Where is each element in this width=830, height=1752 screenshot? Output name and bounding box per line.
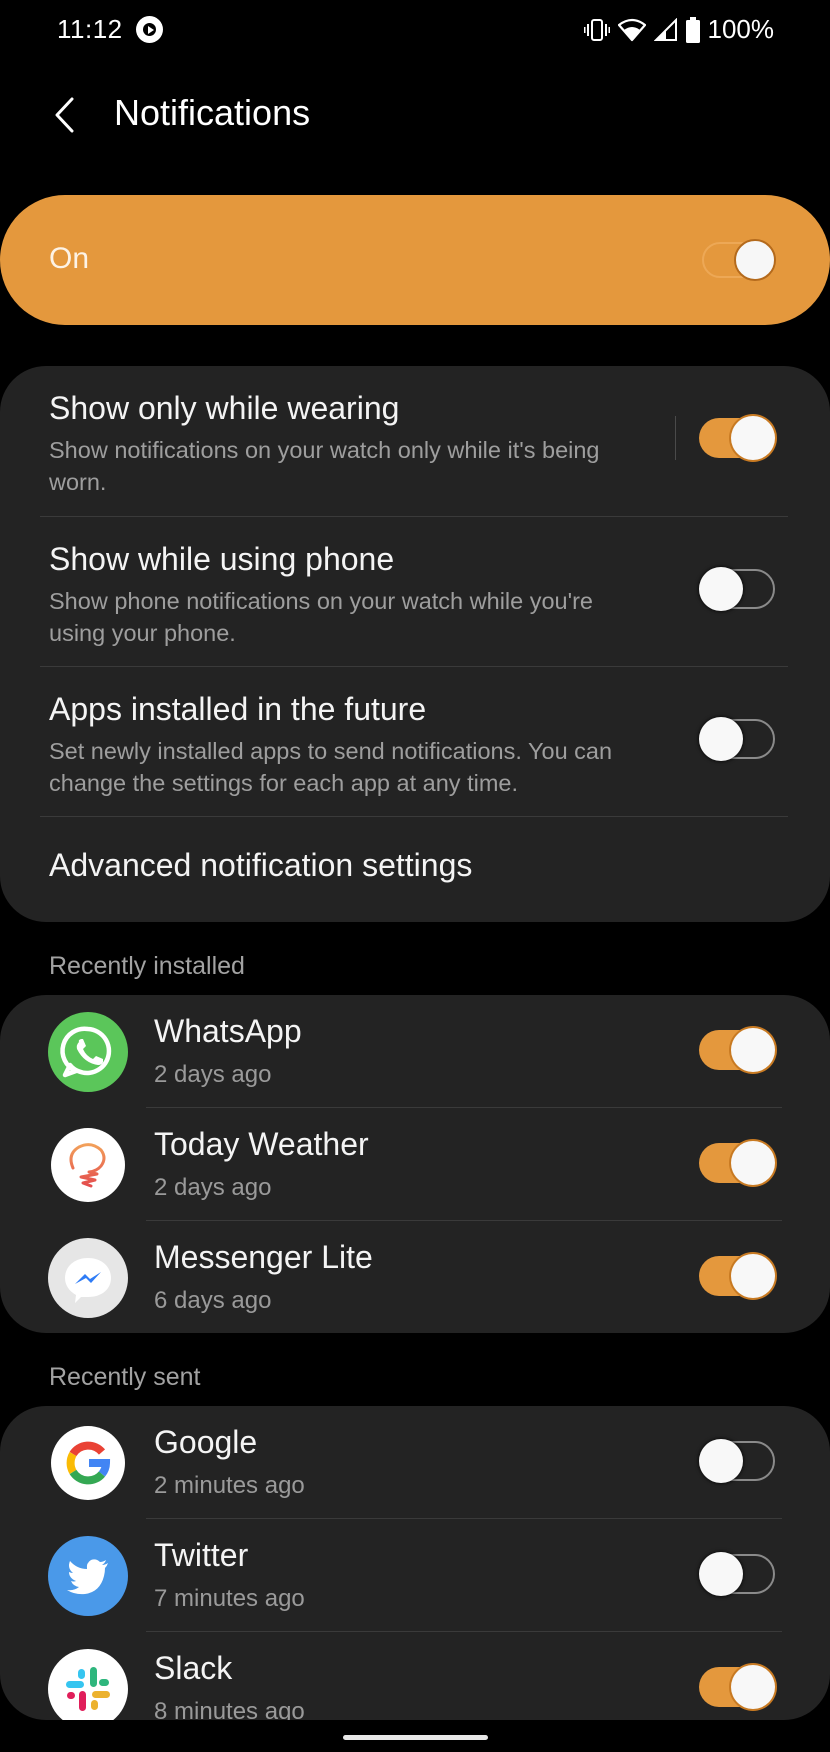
app-time: 2 days ago xyxy=(154,1061,272,1088)
twitter-icon xyxy=(48,1536,128,1616)
app-row-google[interactable]: Google 2 minutes ago xyxy=(0,1406,830,1518)
media-playback-icon xyxy=(136,16,163,43)
battery-percentage: 100% xyxy=(707,14,775,44)
toggle-thumb xyxy=(699,1439,743,1483)
app-name: Twitter xyxy=(154,1537,249,1573)
master-switch-bar[interactable]: On xyxy=(0,195,830,325)
setting-title: Apps installed in the future xyxy=(49,691,427,727)
settings-card: Show only while wearing Show notificatio… xyxy=(0,366,830,922)
app-row-today-weather[interactable]: Today Weather 2 days ago xyxy=(0,1108,830,1220)
app-name: Google xyxy=(154,1424,258,1460)
setting-show-only-while-wearing[interactable]: Show only while wearing Show notificatio… xyxy=(0,366,830,516)
app-name: Slack xyxy=(154,1650,233,1686)
twitter-toggle[interactable] xyxy=(699,1552,775,1596)
app-name: Today Weather xyxy=(154,1126,369,1162)
app-time: 6 days ago xyxy=(154,1287,272,1314)
toggle-thumb xyxy=(699,567,743,611)
setting-description: Show phone notifications on your watch w… xyxy=(49,588,593,646)
slack-icon xyxy=(48,1649,128,1720)
toggle-thumb xyxy=(731,1254,775,1298)
recently-sent-card: Google 2 minutes ago Twitter 7 minutes a… xyxy=(0,1406,830,1720)
today-weather-icon xyxy=(51,1128,125,1202)
whatsapp-toggle[interactable] xyxy=(699,1028,775,1072)
setting-apps-installed-in-future[interactable]: Apps installed in the future Set newly i… xyxy=(0,667,830,817)
apps-installed-in-future-toggle[interactable] xyxy=(699,717,775,761)
status-time: 11:12 xyxy=(57,14,123,44)
google-toggle[interactable] xyxy=(699,1439,775,1483)
google-icon xyxy=(51,1426,125,1500)
wifi-icon xyxy=(617,18,646,41)
toggle-thumb xyxy=(699,717,743,761)
status-icons: 100% xyxy=(583,14,775,45)
today-weather-toggle[interactable] xyxy=(699,1141,775,1185)
app-time: 8 minutes ago xyxy=(154,1698,305,1720)
app-name: Messenger Lite xyxy=(154,1239,373,1275)
page-title: Notifications xyxy=(114,92,311,133)
section-header-recently-sent: Recently sent xyxy=(49,1363,201,1391)
app-row-slack[interactable]: Slack 8 minutes ago xyxy=(0,1632,830,1720)
toggle-thumb xyxy=(734,239,776,281)
app-row-messenger-lite[interactable]: Messenger Lite 6 days ago xyxy=(0,1221,830,1333)
show-while-using-phone-toggle[interactable] xyxy=(699,567,775,611)
cellular-signal-icon xyxy=(653,17,677,41)
vertical-separator xyxy=(675,416,676,460)
messenger-lite-toggle[interactable] xyxy=(699,1254,775,1298)
recently-installed-card: WhatsApp 2 days ago Today Weather 2 days… xyxy=(0,995,830,1333)
battery-icon xyxy=(685,16,700,43)
chevron-left-icon xyxy=(55,97,74,133)
app-time: 2 days ago xyxy=(154,1174,272,1201)
setting-title: Advanced notification settings xyxy=(49,847,473,883)
setting-title: Show while using phone xyxy=(49,541,395,577)
app-time: 7 minutes ago xyxy=(154,1585,305,1612)
toggle-thumb xyxy=(731,1028,775,1072)
app-row-twitter[interactable]: Twitter 7 minutes ago xyxy=(0,1519,830,1631)
setting-description: Show notifications on your watch only wh… xyxy=(49,437,600,495)
app-time: 2 minutes ago xyxy=(154,1472,305,1499)
slack-toggle[interactable] xyxy=(699,1665,775,1709)
master-switch-label: On xyxy=(49,242,90,275)
toggle-thumb xyxy=(731,1665,775,1709)
messenger-lite-icon xyxy=(48,1238,128,1318)
toggle-thumb xyxy=(699,1552,743,1596)
whatsapp-icon xyxy=(48,1012,128,1092)
setting-title: Show only while wearing xyxy=(49,390,400,426)
status-bar: 11:12 100% xyxy=(0,0,830,60)
master-toggle[interactable] xyxy=(700,238,776,282)
app-row-whatsapp[interactable]: WhatsApp 2 days ago xyxy=(0,995,830,1107)
setting-description: Set newly installed apps to send notific… xyxy=(49,738,613,796)
show-only-while-wearing-toggle[interactable] xyxy=(699,416,775,460)
setting-advanced-notification-settings[interactable]: Advanced notification settings xyxy=(0,817,830,922)
home-indicator[interactable] xyxy=(343,1735,488,1740)
vibrate-icon xyxy=(583,18,610,41)
toggle-thumb xyxy=(731,1141,775,1185)
back-button[interactable] xyxy=(44,90,84,140)
app-bar: Notifications xyxy=(0,80,830,150)
section-header-recently-installed: Recently installed xyxy=(49,952,245,980)
toggle-thumb xyxy=(731,416,775,460)
app-name: WhatsApp xyxy=(154,1013,302,1049)
setting-show-while-using-phone[interactable]: Show while using phone Show phone notifi… xyxy=(0,517,830,667)
